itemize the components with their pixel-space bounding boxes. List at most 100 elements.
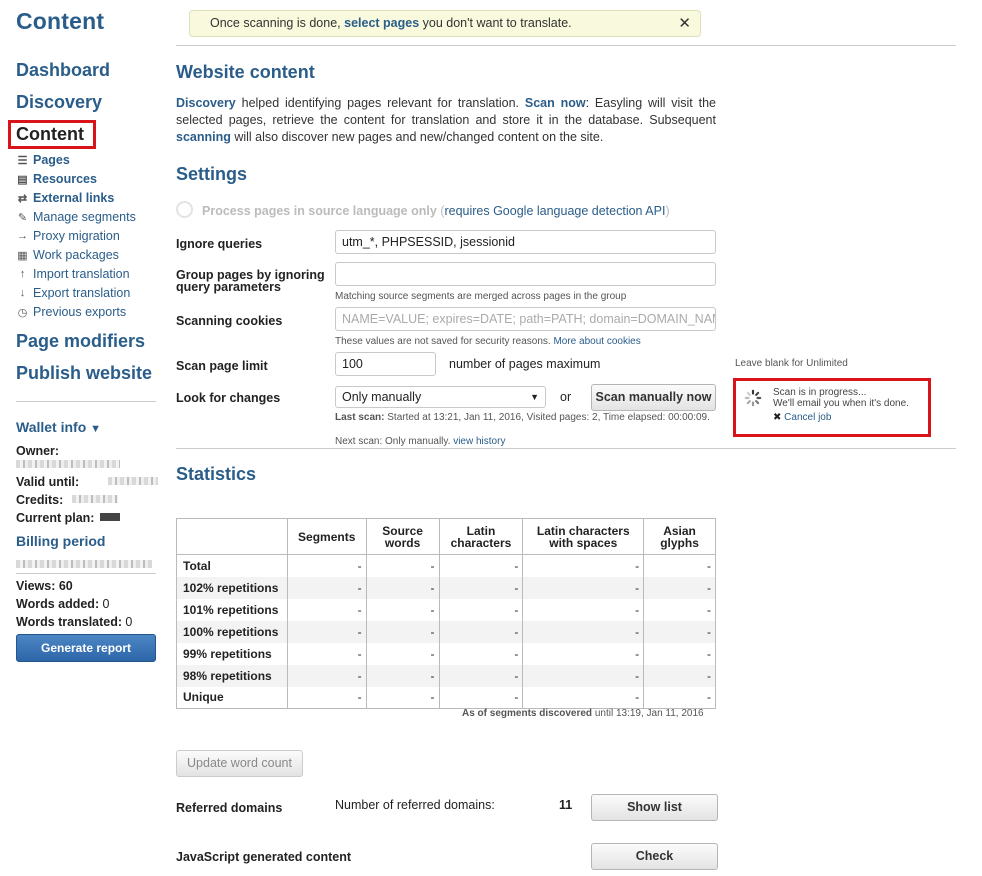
sidebar-item-pages[interactable]: ☰ Pages — [17, 153, 70, 167]
look-changes-select[interactable]: Only manually ▼ — [335, 386, 546, 408]
row-label: 99% repetitions — [176, 642, 288, 665]
table-cell: - — [643, 664, 716, 687]
arrow-right-icon: → — [17, 230, 28, 242]
table-row: Unique - - - - - — [176, 686, 716, 709]
sidebar-item-label: External links — [33, 191, 115, 205]
table-cell: - — [522, 576, 645, 599]
last-scan-info: Last scan: Started at 13:21, Jan 11, 201… — [335, 412, 715, 424]
cookies-help-text: These values are not saved for security … — [335, 336, 554, 347]
last-scan-text: Started at 13:21, Jan 11, 2016, Visited … — [384, 412, 710, 423]
valid-until-label: Valid until: — [16, 475, 80, 489]
as-of-rest: until 13:19, Jan 11, 2016 — [592, 708, 704, 719]
words-added-row: Words added: 0 — [16, 597, 109, 611]
sidebar-item-resources[interactable]: ▤ Resources — [17, 172, 97, 186]
discovery-link[interactable]: Discovery — [176, 96, 236, 110]
scanning-link[interactable]: scanning — [176, 130, 231, 144]
sidebar-item-label: Export translation — [33, 286, 131, 300]
scan-limit-hint: Leave blank for Unlimited — [735, 358, 848, 369]
valid-until-value-blurred — [108, 477, 158, 485]
scan-manually-button[interactable]: Scan manually now — [591, 384, 716, 411]
paren-close: ) — [665, 204, 670, 218]
billing-period-title: Billing period — [16, 533, 106, 549]
view-history-link[interactable]: view history — [453, 436, 505, 447]
cancel-job-label: Cancel job — [784, 412, 832, 423]
select-arrow-icon: ▼ — [530, 392, 539, 402]
check-button[interactable]: Check — [591, 843, 718, 870]
generate-report-button[interactable]: Generate report — [16, 634, 156, 662]
column-header — [176, 518, 288, 555]
update-word-count-button[interactable]: Update word count — [176, 750, 303, 777]
row-label: 101% repetitions — [176, 598, 288, 621]
website-content-description: Discovery helped identifying pages relev… — [176, 95, 716, 146]
link-icon: ⇄ — [17, 192, 28, 205]
nav-page-modifiers[interactable]: Page modifiers — [16, 331, 145, 352]
nav-content[interactable]: Content — [16, 124, 84, 145]
words-added-label: Words added: — [16, 597, 100, 611]
sidebar-item-label: Previous exports — [33, 305, 127, 319]
words-translated-label: Words translated: — [16, 615, 123, 629]
sidebar-item-proxy-migration[interactable]: → Proxy migration — [17, 229, 120, 243]
ignore-queries-input[interactable]: utm_*, PHPSESSID, jsessionid — [335, 230, 716, 254]
billing-period-blurred — [16, 560, 152, 568]
as-of-bold: As of segments discovered — [462, 708, 593, 719]
owner-value-blurred — [16, 460, 120, 468]
select-pages-link[interactable]: select pages — [344, 16, 419, 30]
header-divider — [176, 45, 956, 46]
table-cell: - — [286, 576, 367, 599]
table-cell: - — [286, 686, 367, 709]
sidebar-item-label: Pages — [33, 153, 70, 167]
row-label: 100% repetitions — [176, 620, 288, 643]
wallet-info-toggle[interactable]: Wallet info ▼ — [16, 419, 101, 435]
cancel-job-link[interactable]: ✖ Cancel job — [773, 412, 831, 423]
group-pages-input[interactable] — [335, 262, 716, 286]
table-cell: - — [438, 576, 524, 599]
process-source-checkbox[interactable] — [176, 201, 193, 218]
table-row: 99% repetitions - - - - - — [176, 642, 716, 665]
folder-icon: ▤ — [17, 173, 28, 186]
scan-now-link[interactable]: Scan now — [525, 96, 586, 110]
process-source-row: Process pages in source language only (r… — [202, 204, 670, 218]
column-header: Latin characters — [438, 518, 524, 555]
show-list-button[interactable]: Show list — [591, 794, 718, 821]
sidebar-item-manage-segments[interactable]: ✎ Manage segments — [17, 210, 136, 224]
nav-publish-website[interactable]: Publish website — [16, 363, 152, 384]
table-cell: - — [522, 554, 645, 577]
page-title: Content — [16, 8, 105, 34]
table-cell: - — [365, 642, 440, 665]
sidebar-item-import-translation[interactable]: ↑ Import translation — [17, 267, 130, 281]
words-added-value: 0 — [102, 597, 110, 611]
nav-discovery[interactable]: Discovery — [16, 92, 102, 113]
row-label: 102% repetitions — [176, 576, 288, 599]
sidebar-item-external-links[interactable]: ⇄ External links — [17, 191, 114, 205]
table-cell: - — [365, 664, 440, 687]
more-about-cookies-link[interactable]: More about cookies — [553, 336, 640, 347]
javascript-content-label: JavaScript generated content — [176, 850, 352, 864]
nav-dashboard[interactable]: Dashboard — [16, 60, 110, 81]
sidebar-item-export-translation[interactable]: ↓ Export translation — [17, 286, 131, 300]
sidebar-item-label: Proxy migration — [33, 229, 120, 243]
table-cell: - — [522, 642, 645, 665]
notice-text-post: you don't want to translate. — [419, 16, 572, 30]
google-detection-link[interactable]: requires Google language detection API — [444, 204, 665, 218]
scan-notice: Once scanning is done, select pages you … — [189, 10, 701, 37]
sidebar-item-work-packages[interactable]: ▦ Work packages — [17, 248, 119, 262]
column-header: Segments — [286, 518, 367, 555]
sidebar-item-previous-exports[interactable]: ◷ Previous exports — [17, 305, 126, 319]
close-icon[interactable]: ✕ — [678, 11, 691, 36]
table-cell: - — [522, 686, 645, 709]
scan-limit-input[interactable]: 100 — [335, 352, 436, 376]
current-plan-label: Current plan: — [16, 511, 95, 525]
table-cell: - — [286, 598, 367, 621]
table-cell: - — [522, 598, 645, 621]
table-cell: - — [365, 598, 440, 621]
table-cell: - — [438, 664, 524, 687]
referred-count-value: 11 — [559, 798, 573, 812]
sidebar-item-label: Import translation — [33, 267, 130, 281]
desc-text-3: will also discover new pages and new/cha… — [230, 130, 604, 144]
settings-divider — [176, 448, 956, 449]
or-text: or — [560, 390, 572, 404]
scanning-cookies-input[interactable]: NAME=VALUE; expires=DATE; path=PATH; dom… — [335, 307, 716, 331]
table-cell: - — [365, 554, 440, 577]
scanning-cookies-label: Scanning cookies — [176, 314, 283, 328]
website-content-title: Website content — [176, 62, 315, 82]
